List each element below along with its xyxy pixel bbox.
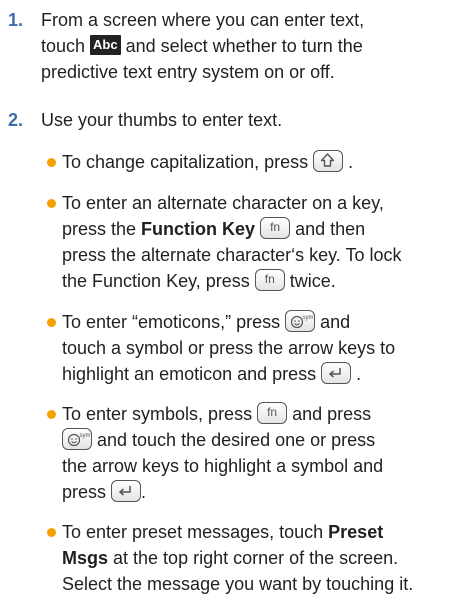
bullet-text: and (315, 312, 351, 332)
step-2-line-1: Use your thumbs to enter text. (41, 107, 282, 133)
step-1-line-1: From a screen where you can enter text, (41, 7, 364, 33)
bullet-text: To change capitalization, press (62, 152, 314, 172)
bullet-text: at the top right corner of the screen. (108, 548, 399, 568)
bullet-text: press the alternate character‘s key. To … (62, 245, 402, 265)
step-number: 1. (8, 10, 24, 30)
bullet-3-line-2: touch a symbol or press the arrow keys t… (62, 335, 395, 361)
bullet-text: . (141, 482, 147, 502)
bullet-text: the arrow keys to highlight a symbol and (62, 456, 384, 476)
bullet-text: and touch the desired one or press (92, 430, 376, 450)
msgs-label: Msgs (62, 548, 109, 568)
bullet-dot-icon (47, 318, 56, 327)
bullet-5-line-1: To enter preset messages, touch Preset (62, 519, 383, 545)
bullet-text: Select the message you want by touching … (62, 574, 414, 594)
enter-key-icon (111, 480, 142, 503)
step-1-line-2: touch Abc and select whether to turn the (41, 33, 363, 59)
sym-label: sym (80, 433, 91, 439)
bullet-text: touch a symbol or press the arrow keys t… (62, 338, 396, 358)
bullet-text: . (351, 364, 362, 384)
bullet-text: To enter “emoticons,” press (62, 312, 286, 332)
bullet-text: press the (62, 219, 142, 239)
bullet-2-line-3: press the alternate character‘s key. To … (62, 242, 402, 268)
step-text: From a screen where you can enter text, (41, 10, 365, 30)
bullet-dot-icon (47, 158, 56, 167)
bullet-text: highlight an emoticon and press (62, 364, 322, 384)
bullet-dot-icon (47, 528, 56, 537)
preset-label: Preset (328, 522, 384, 542)
bullet-3-line-1: To enter “emoticons,” press sym and (62, 309, 350, 335)
bullet-text: . (343, 152, 354, 172)
bullet-5-line-3: Select the message you want by touching … (62, 571, 413, 597)
fn-key-icon: fn (257, 402, 288, 425)
step-1-line-3: predictive text entry system on or off. (41, 59, 335, 85)
bullet-text: To enter preset messages, touch (62, 522, 329, 542)
fn-key-icon: fn (260, 217, 291, 240)
step-number: 2. (8, 110, 24, 130)
emoticon-sym-key-icon: sym (62, 428, 92, 451)
bullet-text: To enter an alternate character on a key… (62, 193, 384, 213)
bullet-2-line-2: press the Function Key fn and then (62, 216, 365, 242)
step-text: touch (41, 36, 91, 56)
shift-key-icon (313, 150, 344, 173)
bullet-3-line-3: highlight an emoticon and press . (62, 361, 361, 387)
bullet-2-line-4: the Function Key, press fn twice. (62, 268, 336, 294)
fn-key-icon: fn (254, 269, 285, 292)
bullet-text: the Function Key, press (62, 271, 255, 291)
step-text: Use your thumbs to enter text. (41, 110, 283, 130)
bullet-4-line-2: sym and touch the desired one or press (62, 427, 375, 453)
bullet-1-line-1: To change capitalization, press . (62, 149, 353, 175)
bullet-text: and press (287, 404, 372, 424)
instruction-page: 1. From a screen where you can enter tex… (0, 0, 464, 612)
bullet-text: press (62, 482, 112, 502)
bullet-4-line-1: To enter symbols, press fn and press (62, 401, 371, 427)
bullet-text: and then (290, 219, 366, 239)
bullet-text: To enter symbols, press (62, 404, 258, 424)
emoticon-sym-key-icon: sym (285, 310, 316, 333)
bullet-text: twice. (284, 271, 336, 291)
step-text: and select whether to turn the (120, 36, 363, 56)
sym-label: sym (303, 315, 314, 321)
abc-mode-icon: Abc (90, 35, 121, 56)
function-key-label: Function Key (141, 219, 256, 239)
step-text: predictive text entry system on or off. (41, 62, 335, 82)
bullet-5-line-2: Msgs at the top right corner of the scre… (62, 545, 398, 571)
bullet-dot-icon (47, 199, 56, 208)
enter-key-icon (321, 362, 352, 385)
bullet-2-line-1: To enter an alternate character on a key… (62, 190, 384, 216)
bullet-dot-icon (47, 410, 56, 419)
bullet-4-line-3: the arrow keys to highlight a symbol and (62, 453, 383, 479)
bullet-4-line-4: press . (62, 479, 146, 505)
